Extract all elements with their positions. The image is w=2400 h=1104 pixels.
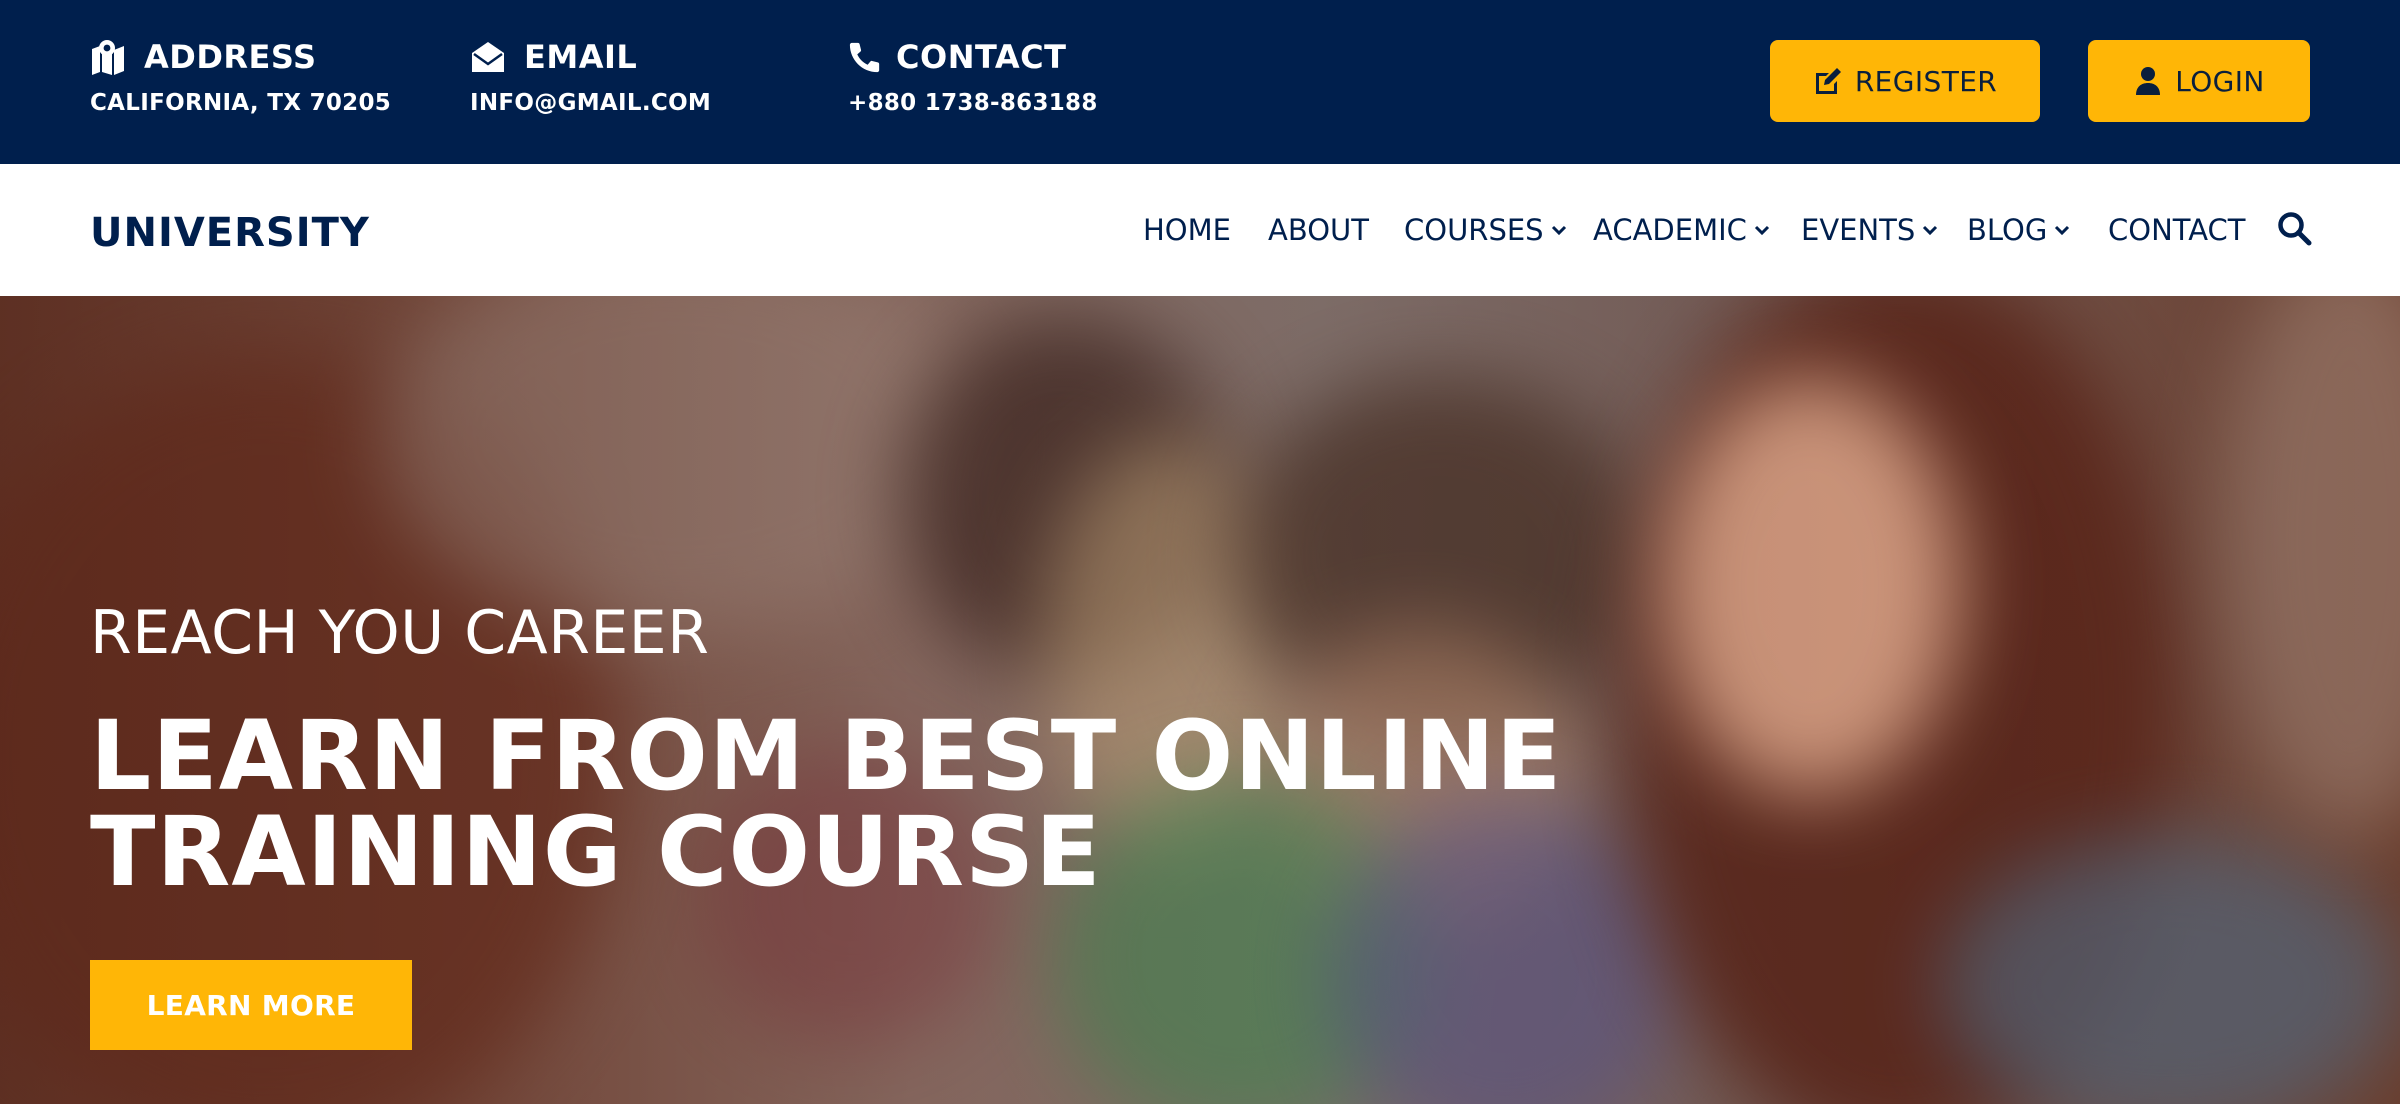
nav-item-events[interactable]: EVENTS [1801, 164, 1939, 296]
contact-title: CONTACT [896, 38, 1067, 76]
nav-item-label: HOME [1143, 213, 1231, 247]
hero-subtitle: REACH YOU CAREER [90, 598, 710, 668]
nav-item-academic[interactable]: ACADEMIC [1593, 164, 1771, 296]
map-marker-icon [92, 40, 124, 75]
learn-more-button[interactable]: LEARN MORE [90, 960, 412, 1050]
nav-item-contact[interactable]: CONTACT [2108, 164, 2246, 296]
chevron-down-icon [1923, 225, 1938, 236]
address-info: ADDRESS CALIFORNIA, TX 70205 [90, 36, 391, 116]
edit-icon [1815, 68, 1841, 94]
envelope-open-icon [472, 42, 504, 72]
nav-item-label: EVENTS [1801, 213, 1916, 247]
phone-icon [849, 42, 880, 73]
email-value[interactable]: INFO@GMAIL.COM [470, 90, 711, 116]
nav-item-label: CONTACT [2108, 213, 2246, 247]
chevron-down-icon [1754, 225, 1769, 236]
contact-value[interactable]: +880 1738-863188 [848, 90, 1098, 116]
email-info: EMAIL INFO@GMAIL.COM [470, 36, 711, 116]
contact-info: CONTACT +880 1738-863188 [848, 36, 1098, 116]
main-navbar: UNIVERSITY HOME ABOUT COURSES ACADEMIC E… [0, 164, 2400, 296]
email-title: EMAIL [524, 38, 638, 76]
nav-item-about[interactable]: ABOUT [1268, 164, 1369, 296]
top-bar: ADDRESS CALIFORNIA, TX 70205 EMAIL INFO@… [0, 0, 2400, 164]
nav-item-label: ACADEMIC [1593, 213, 1747, 247]
search-icon[interactable] [2276, 210, 2312, 246]
user-icon [2136, 67, 2161, 95]
login-label: LOGIN [2175, 64, 2265, 98]
site-logo[interactable]: UNIVERSITY [90, 210, 370, 256]
hero-banner: REACH YOU CAREER LEARN FROM BEST ONLINE … [0, 296, 2400, 1104]
chevron-down-icon [2055, 225, 2070, 236]
nav-item-label: BLOG [1967, 213, 2048, 247]
address-value: CALIFORNIA, TX 70205 [90, 90, 392, 116]
address-title: ADDRESS [144, 38, 317, 76]
hero-title: LEARN FROM BEST ONLINE TRAINING COURSE [90, 700, 1563, 908]
chevron-down-icon [1551, 225, 1566, 236]
nav-item-label: ABOUT [1268, 213, 1369, 247]
register-button[interactable]: REGISTER [1770, 40, 2040, 122]
register-label: REGISTER [1854, 64, 1998, 98]
nav-item-blog[interactable]: BLOG [1967, 164, 2071, 296]
nav-item-home[interactable]: HOME [1143, 164, 1231, 296]
nav-item-courses[interactable]: COURSES [1404, 164, 1568, 296]
login-button[interactable]: LOGIN [2088, 40, 2310, 122]
nav-item-label: COURSES [1404, 213, 1544, 247]
